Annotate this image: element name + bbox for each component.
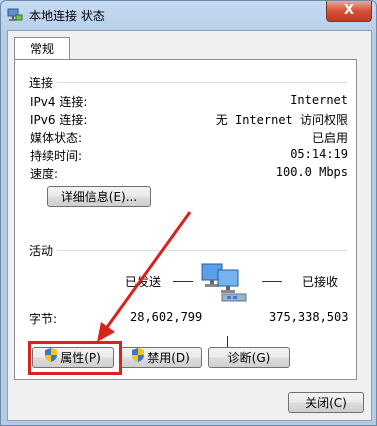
annotation-arrow bbox=[95, 210, 195, 348]
dialog-client: 常规 连接 IPv4 连接: Internet IPv6 连接: 无 Inter… bbox=[7, 30, 372, 421]
media-state-label: 媒体状态: bbox=[30, 131, 83, 145]
bytes-received-value: 375,338,503 bbox=[269, 310, 349, 324]
activity-heading: 活动 bbox=[29, 244, 54, 258]
window-close-button[interactable]: X bbox=[326, 1, 372, 22]
duration-label: 持续时间: bbox=[30, 149, 83, 163]
disable-button[interactable]: 禁用(D) bbox=[120, 347, 202, 368]
ipv4-value: Internet bbox=[290, 93, 348, 107]
title-bar: 本地连接 状态 X bbox=[1, 1, 376, 29]
disable-label: 禁用(D) bbox=[147, 351, 190, 365]
received-line bbox=[262, 281, 282, 282]
uac-shield-icon bbox=[132, 348, 145, 369]
bytes-label: 字节: bbox=[29, 312, 58, 326]
connection-divider bbox=[57, 82, 347, 83]
tab-general[interactable]: 常规 bbox=[14, 37, 70, 60]
close-button[interactable]: 关闭(C) bbox=[288, 392, 364, 413]
tab-panel-general: 连接 IPv4 连接: Internet IPv6 连接: 无 Internet… bbox=[14, 59, 357, 380]
connection-heading: 连接 bbox=[29, 76, 54, 90]
received-label: 已接收 bbox=[302, 275, 339, 289]
ipv6-label: IPv6 连接: bbox=[30, 113, 88, 127]
ipv4-label: IPv4 连接: bbox=[30, 95, 88, 109]
media-state-value: 已启用 bbox=[311, 131, 348, 145]
window-title: 本地连接 状态 bbox=[29, 9, 105, 23]
status-dialog: 本地连接 状态 X 常规 连接 IPv4 连接: Internet IPv6 连… bbox=[0, 0, 377, 426]
ipv6-value: 无 Internet 访问权限 bbox=[215, 113, 348, 127]
duration-value: 05:14:19 bbox=[290, 147, 348, 161]
network-icon bbox=[7, 7, 23, 23]
network-activity-icon bbox=[200, 260, 250, 307]
diagnose-button[interactable]: 诊断(G) bbox=[208, 347, 290, 368]
speed-label: 速度: bbox=[30, 167, 59, 181]
details-button[interactable]: 详细信息(E)... bbox=[47, 186, 151, 207]
speed-value: 100.0 Mbps bbox=[275, 165, 348, 179]
